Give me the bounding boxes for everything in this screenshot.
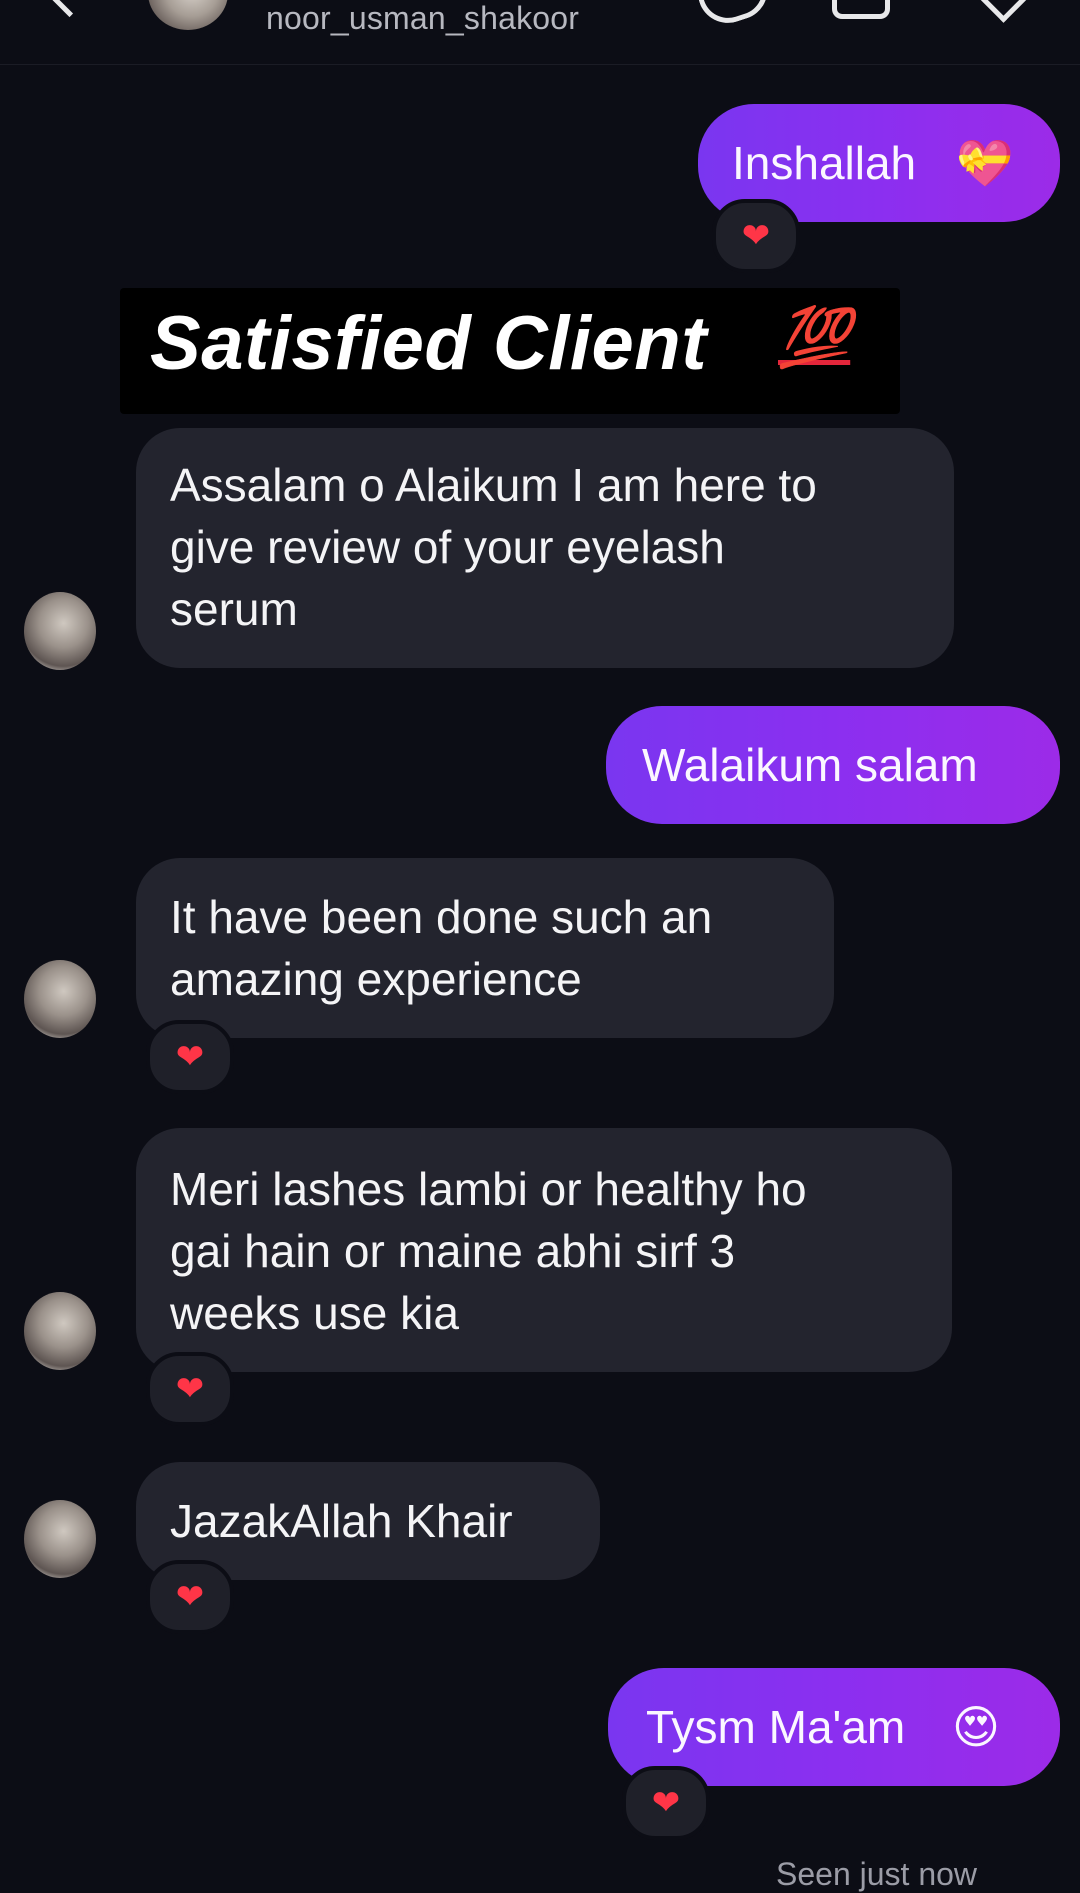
message-line: give review of your eyelash: [170, 521, 725, 573]
message-bubble-outgoing[interactable]: Walaikum salam: [606, 706, 1060, 824]
message-text: Inshallah: [732, 137, 917, 189]
message-bubble-incoming[interactable]: Meri lashes lambi or healthy ho gai hain…: [136, 1128, 952, 1372]
sender-avatar[interactable]: [24, 1500, 96, 1578]
sender-avatar[interactable]: [24, 1292, 96, 1370]
heart-reaction[interactable]: ❤: [146, 1560, 234, 1634]
heart-reaction[interactable]: ❤: [622, 1766, 710, 1840]
heart-reaction[interactable]: ❤: [712, 199, 800, 273]
message-line: serum: [170, 583, 298, 635]
chat-username[interactable]: noor_usman_shakoor: [266, 0, 579, 37]
message-line: weeks use kia: [170, 1287, 459, 1339]
message-line: Meri lashes lambi or healthy ho: [170, 1163, 807, 1215]
message-text: Tysm Ma'am: [646, 1701, 906, 1753]
gift-heart-emoji: 💝: [956, 137, 1014, 189]
banner-title: Satisfied Client: [150, 301, 707, 386]
message-bubble-incoming[interactable]: It have been done such an amazing experi…: [136, 858, 834, 1038]
message-text: Walaikum salam: [642, 739, 978, 791]
hundred-points-emoji: 💯: [778, 305, 851, 370]
message-line: JazakAllah Khair: [170, 1495, 513, 1547]
message-line: amazing experience: [170, 953, 582, 1005]
sender-avatar[interactable]: [24, 592, 96, 670]
heart-reaction[interactable]: ❤: [146, 1020, 234, 1094]
heart-eyes-emoji: 😍: [952, 1701, 1000, 1753]
message-line: gai hain or maine abhi sirf 3: [170, 1225, 736, 1277]
message-line: Assalam o Alaikum I am here to: [170, 459, 817, 511]
message-bubble-incoming[interactable]: Assalam o Alaikum I am here to give revi…: [136, 428, 954, 668]
video-icon[interactable]: [832, 0, 890, 19]
sender-avatar[interactable]: [24, 960, 96, 1038]
heart-reaction[interactable]: ❤: [146, 1352, 234, 1426]
seen-status: Seen just now: [776, 1856, 978, 1892]
message-line: It have been done such an: [170, 891, 713, 943]
